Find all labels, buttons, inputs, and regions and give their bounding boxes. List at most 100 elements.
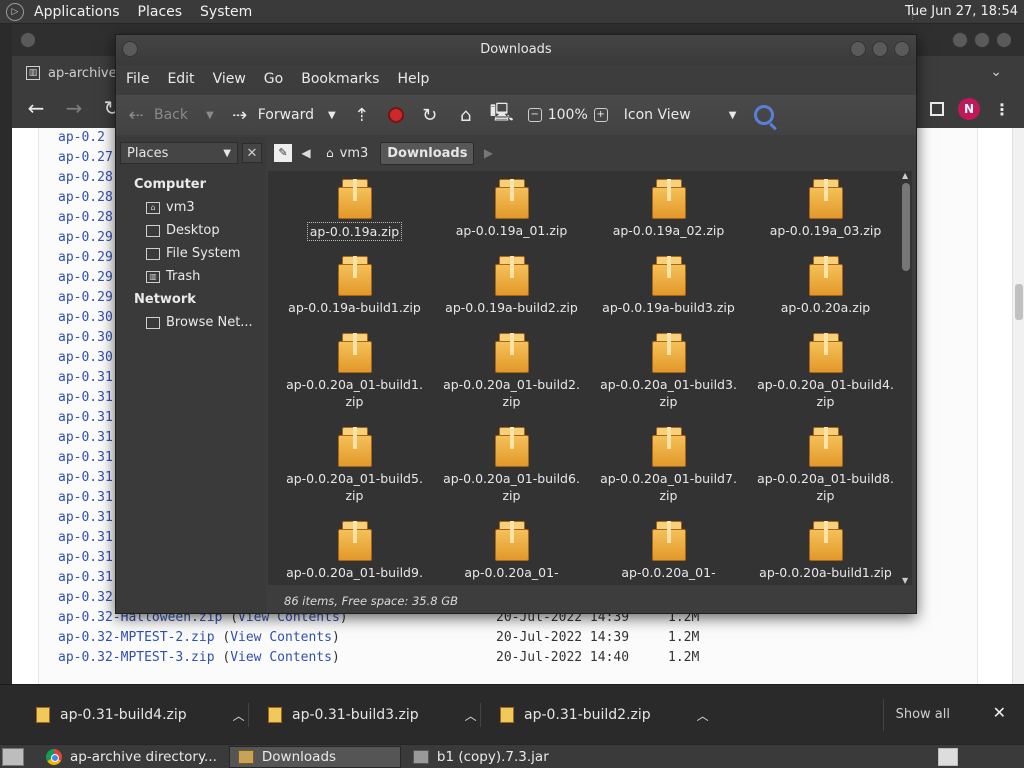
task-downloads[interactable]: Downloads xyxy=(228,745,401,768)
menu-go[interactable]: Go xyxy=(264,71,283,87)
back-history-chevron-icon[interactable]: ▼ xyxy=(206,110,214,121)
system-menu[interactable]: System xyxy=(200,4,252,20)
file-item[interactable]: ap-0.0.19a-build1.zip xyxy=(276,256,433,327)
workspace-switcher[interactable] xyxy=(938,748,958,766)
tab-search-chevron-icon[interactable]: ⌄ xyxy=(990,64,1002,80)
minimize-button[interactable] xyxy=(952,32,968,48)
chevron-up-icon[interactable]: ︿ xyxy=(697,707,709,724)
file-item[interactable]: ap-0.0.20a.zip xyxy=(747,256,902,327)
listing-link[interactable]: ap-0.31 xyxy=(58,430,113,445)
menu-help[interactable]: Help xyxy=(397,71,429,87)
listing-link[interactable]: ap-0.28 xyxy=(58,210,113,225)
download-item[interactable]: ap-0.31-build2.zip ︿ xyxy=(500,699,709,731)
sidebar-item-file-system[interactable]: File System xyxy=(116,242,266,265)
menu-bookmarks[interactable]: Bookmarks xyxy=(301,71,379,87)
listing-link[interactable]: ap-0.32-MPTEST-2.zip xyxy=(58,630,215,645)
listing-link[interactable]: ap-0.31 xyxy=(58,530,113,545)
chevron-up-icon[interactable]: ︿ xyxy=(465,707,477,724)
chevron-up-icon[interactable]: ︿ xyxy=(233,707,245,724)
view-contents-link[interactable]: View Contents xyxy=(230,650,332,665)
sidebar-item-desktop[interactable]: Desktop xyxy=(116,219,266,242)
back-button[interactable]: ⇠ Back ▼ xyxy=(126,105,214,126)
scroll-down-icon[interactable]: ▼ xyxy=(902,576,908,585)
file-item[interactable]: ap-0.0.20a_01- xyxy=(433,521,590,585)
listing-link[interactable]: ap-0.29 xyxy=(58,250,113,265)
path-crumb-downloads[interactable]: Downloads xyxy=(380,141,475,165)
reload-button[interactable]: ↻ xyxy=(420,105,440,126)
close-shelf-icon[interactable]: ✕ xyxy=(993,703,1006,722)
computer-button[interactable]: 🖳 xyxy=(490,102,514,125)
sidebar-item-trash[interactable]: ▥ Trash xyxy=(116,265,266,288)
menu-edit[interactable]: Edit xyxy=(167,71,194,87)
path-right-arrow-icon[interactable]: ▶ xyxy=(480,146,496,160)
window-menu-button[interactable] xyxy=(20,32,36,48)
listing-link[interactable]: ap-0.31 xyxy=(58,490,113,505)
places-selector[interactable]: Places ▼ xyxy=(120,142,238,164)
side-panel-icon[interactable] xyxy=(930,102,944,116)
page-scrollbar[interactable] xyxy=(1012,128,1024,684)
file-item[interactable]: ap-0.0.20a_01- xyxy=(590,521,747,585)
maximize-button[interactable] xyxy=(974,32,990,48)
show-desktop-button[interactable] xyxy=(2,747,24,766)
file-item[interactable]: ap-0.0.19a_03.zip xyxy=(747,179,902,250)
listing-link[interactable]: ap-0.31 xyxy=(58,370,113,385)
icon-view-scrollbar-thumb[interactable] xyxy=(902,183,910,271)
listing-link[interactable]: ap-0.31 xyxy=(58,450,113,465)
file-item[interactable]: ap-0.0.19a_02.zip xyxy=(590,179,747,250)
stop-button[interactable] xyxy=(387,107,404,123)
listing-link[interactable]: ap-0.30 xyxy=(58,310,113,325)
file-item[interactable]: ap-0.0.20a-build1.zip xyxy=(747,521,902,585)
fm-close-button[interactable] xyxy=(894,41,910,57)
view-contents-link[interactable]: View Contents xyxy=(230,630,332,645)
listing-link[interactable]: ap-0.31 xyxy=(58,410,113,425)
task-jar[interactable]: b1 (copy).7.3.jar xyxy=(405,746,557,768)
listing-link[interactable]: ap-0.29 xyxy=(58,230,113,245)
scroll-up-icon[interactable]: ▲ xyxy=(902,171,908,180)
zoom-out-icon[interactable]: − xyxy=(527,108,542,122)
listing-link[interactable]: ap-0.31 xyxy=(58,550,113,565)
close-button[interactable] xyxy=(996,32,1012,48)
file-item[interactable]: ap-0.0.20a_01-build6. zip xyxy=(433,427,590,515)
view-mode-select[interactable]: Icon View ▼ xyxy=(614,107,737,123)
applications-menu[interactable]: Applications xyxy=(34,4,120,20)
listing-link[interactable]: ap-0.31 xyxy=(58,470,113,485)
fm-titlebar[interactable]: Downloads xyxy=(116,35,916,65)
fm-maximize-button[interactable] xyxy=(872,41,888,57)
profile-avatar[interactable]: N xyxy=(958,98,980,120)
task-browser[interactable]: ap-archive directory... xyxy=(38,746,225,768)
listing-link[interactable]: ap-0.30 xyxy=(58,330,113,345)
forward-arrow-icon[interactable]: → xyxy=(64,96,84,120)
sidebar-item-browse-network[interactable]: Browse Net... xyxy=(116,311,266,334)
page-scrollbar-thumb[interactable] xyxy=(1015,284,1023,320)
file-item[interactable]: ap-0.0.20a_01-build2. zip xyxy=(433,333,590,421)
file-item[interactable]: ap-0.0.19a-build3.zip xyxy=(590,256,747,327)
sidebar-item-vm3[interactable]: ⌂ vm3 xyxy=(116,196,266,219)
listing-link[interactable]: ap-0.29 xyxy=(58,270,113,285)
listing-link[interactable]: ap-0.32 xyxy=(58,590,113,605)
listing-link[interactable]: ap-0.32-MPTEST-3.zip xyxy=(58,650,215,665)
back-arrow-icon[interactable]: ← xyxy=(26,96,46,120)
home-button[interactable]: ⌂ xyxy=(456,105,476,126)
menu-view[interactable]: View xyxy=(213,71,246,87)
listing-link[interactable]: ap-0.28 xyxy=(58,190,113,205)
download-item[interactable]: ap-0.31-build4.zip ︿ xyxy=(36,699,245,731)
menu-file[interactable]: File xyxy=(126,71,149,87)
file-item[interactable]: ap-0.0.20a_01-build3. zip xyxy=(590,333,747,421)
show-all-downloads-button[interactable]: Show all xyxy=(882,699,962,731)
fm-minimize-button[interactable] xyxy=(850,41,866,57)
path-left-arrow-icon[interactable]: ◀ xyxy=(298,146,314,160)
file-item[interactable]: ap-0.0.19a_01.zip xyxy=(433,179,590,250)
file-item[interactable]: ap-0.0.19a.zip xyxy=(276,179,433,250)
listing-link[interactable]: ap-0.31 xyxy=(58,390,113,405)
file-item[interactable]: ap-0.0.20a_01-build5. zip xyxy=(276,427,433,515)
file-item[interactable]: ap-0.0.20a_01-build9. xyxy=(276,521,433,585)
close-sidebar-icon[interactable]: ✕ xyxy=(242,143,262,163)
file-item[interactable]: ap-0.0.19a-build2.zip xyxy=(433,256,590,327)
file-item[interactable]: ap-0.0.20a_01-build7. zip xyxy=(590,427,747,515)
forward-history-chevron-icon[interactable]: ▼ xyxy=(328,110,336,121)
listing-link[interactable]: ap-0.31 xyxy=(58,570,113,585)
zoom-level[interactable]: 100% xyxy=(548,107,588,123)
kebab-menu-icon[interactable]: ⋮ xyxy=(994,100,1010,119)
path-crumb-vm3[interactable]: ⌂ vm3 xyxy=(320,143,374,164)
distro-logo-icon[interactable]: ▷ xyxy=(6,2,24,21)
